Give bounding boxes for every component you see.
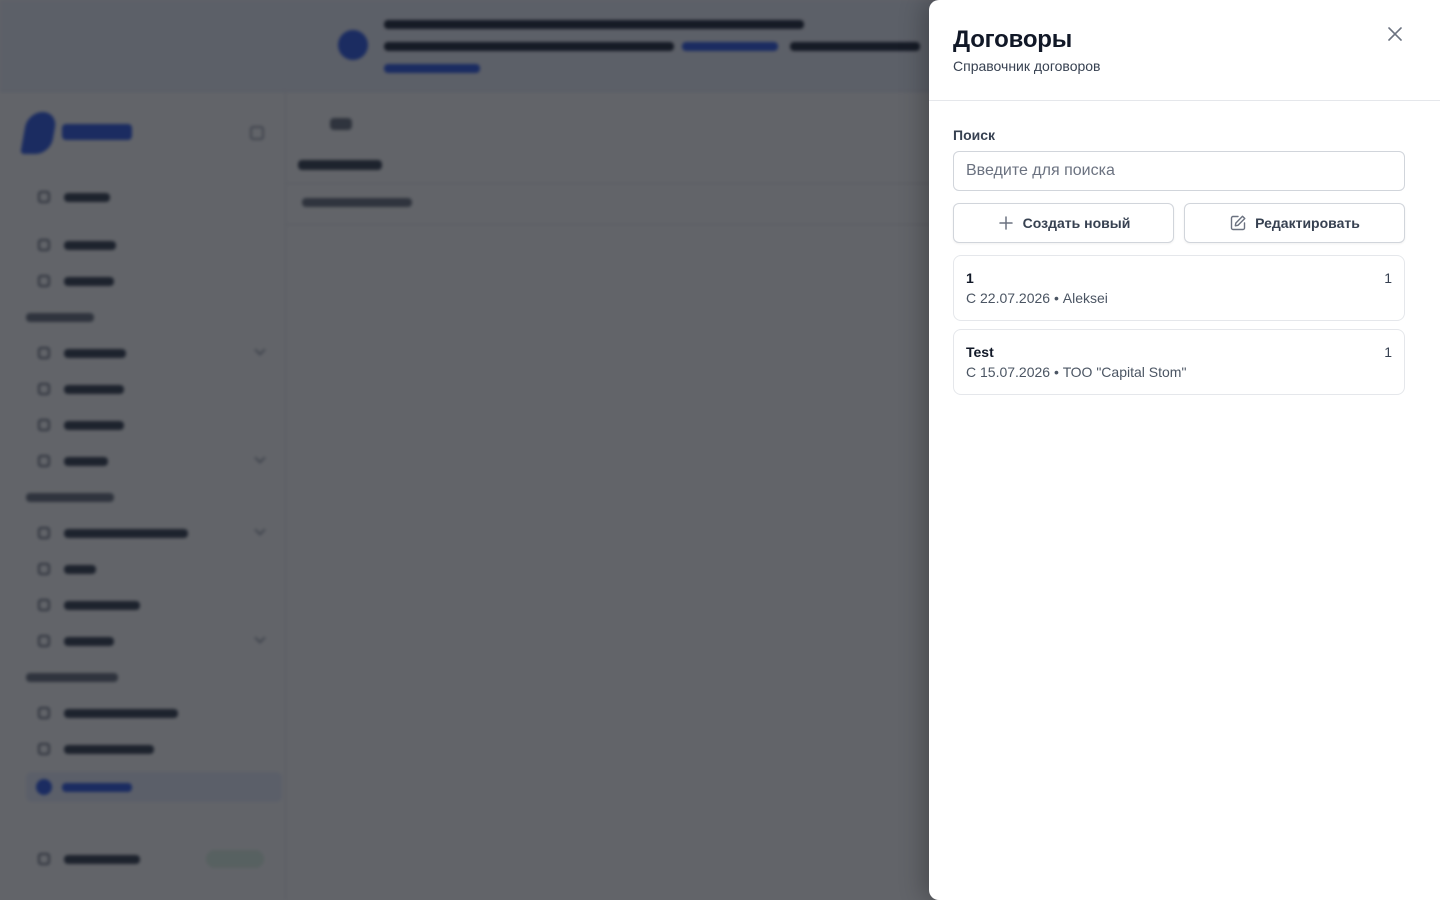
plus-icon	[997, 214, 1015, 232]
create-new-label: Создать новый	[1022, 215, 1131, 231]
drawer-title: Договоры	[953, 26, 1073, 53]
contract-count: 1	[1384, 270, 1392, 286]
drawer-subtitle: Справочник договоров	[953, 58, 1101, 74]
edit-icon	[1229, 214, 1247, 232]
contract-count: 1	[1384, 344, 1392, 360]
contract-meta: С 15.07.2026 • ТОО "Capital Stom"	[966, 364, 1187, 380]
search-input[interactable]	[953, 151, 1405, 191]
contracts-drawer: Договоры Справочник договоров Поиск Созд…	[929, 0, 1440, 900]
search-label: Поиск	[953, 127, 996, 143]
edit-label: Редактировать	[1255, 215, 1360, 231]
contract-list-item[interactable]: Test 1 С 15.07.2026 • ТОО "Capital Stom"	[953, 329, 1405, 395]
edit-button[interactable]: Редактировать	[1184, 203, 1405, 243]
contract-title: Test	[966, 344, 994, 360]
close-button[interactable]	[1381, 20, 1409, 48]
close-icon	[1388, 27, 1402, 41]
create-new-button[interactable]: Создать новый	[953, 203, 1174, 243]
contract-list-item[interactable]: 1 1 С 22.07.2026 • Aleksei	[953, 255, 1405, 321]
contract-title: 1	[966, 270, 974, 286]
contract-meta: С 22.07.2026 • Aleksei	[966, 290, 1108, 306]
drawer-header: Договоры Справочник договоров	[929, 0, 1440, 101]
